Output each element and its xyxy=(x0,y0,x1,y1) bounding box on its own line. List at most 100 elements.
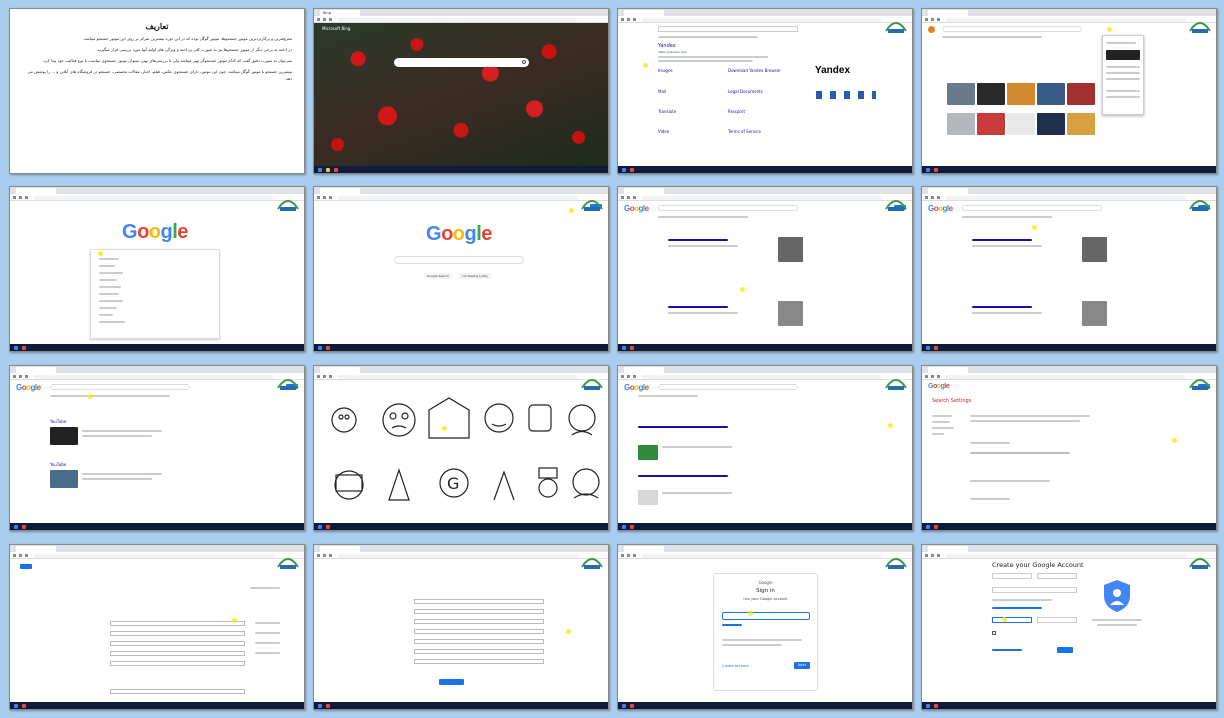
next-button[interactable] xyxy=(1057,647,1073,653)
url-field[interactable] xyxy=(34,374,274,379)
nav-buttons-icon[interactable] xyxy=(317,196,333,199)
form-select[interactable] xyxy=(414,619,544,624)
profile-avatar[interactable] xyxy=(928,26,935,33)
url-field[interactable] xyxy=(34,195,274,200)
settings-panel[interactable] xyxy=(1102,35,1144,115)
suggestion[interactable] xyxy=(99,300,123,302)
bing-search-input[interactable] xyxy=(394,58,529,67)
sitelink[interactable]: Video xyxy=(658,129,669,134)
start-icon[interactable] xyxy=(926,703,930,708)
news-thumbnail[interactable] xyxy=(1082,237,1107,262)
confirm-password-field[interactable] xyxy=(1037,617,1077,623)
suggestion[interactable] xyxy=(99,293,119,295)
form-input[interactable] xyxy=(110,641,245,646)
url-field[interactable] xyxy=(338,374,578,379)
email-field[interactable] xyxy=(722,612,810,620)
news-thumbnail[interactable] xyxy=(778,237,803,262)
search-input[interactable] xyxy=(942,26,1082,32)
image-result[interactable] xyxy=(947,83,975,105)
start-icon[interactable] xyxy=(622,524,626,529)
slide-thumbnail-2[interactable]: Bing Microsoft Bing xyxy=(313,8,609,174)
show-password-checkbox[interactable] xyxy=(992,631,996,635)
start-icon[interactable] xyxy=(318,703,322,708)
result-link[interactable]: https://yandex.com xyxy=(658,50,687,54)
result-title[interactable]: Yandex xyxy=(658,43,676,49)
image-result[interactable] xyxy=(947,113,975,135)
sitelink[interactable]: Legal Documents xyxy=(728,89,763,94)
search-input[interactable] xyxy=(50,384,190,390)
results-slider[interactable] xyxy=(970,452,1070,454)
slide-thumbnail-10[interactable]: G xyxy=(313,365,609,531)
password-field[interactable] xyxy=(992,617,1032,623)
result-title[interactable] xyxy=(638,475,728,477)
form-select[interactable] xyxy=(414,639,544,644)
image-result[interactable] xyxy=(977,113,1005,135)
address-bar[interactable] xyxy=(922,16,1216,23)
slide-thumbnail-6[interactable]: Google Google Search I'm Feeling Lucky xyxy=(313,186,609,352)
form-select[interactable] xyxy=(414,599,544,604)
url-field[interactable] xyxy=(642,553,882,558)
explorer-icon[interactable] xyxy=(326,167,330,172)
address-bar[interactable] xyxy=(10,194,304,201)
advanced-search-button[interactable] xyxy=(439,679,464,685)
start-icon[interactable] xyxy=(926,167,930,172)
slide-thumbnail-13[interactable] xyxy=(9,544,305,710)
image-result[interactable] xyxy=(1067,83,1095,105)
video-thumbnail[interactable] xyxy=(638,445,658,460)
form-input[interactable] xyxy=(110,621,245,626)
address-bar[interactable] xyxy=(314,194,608,201)
setting-row[interactable] xyxy=(1106,90,1140,92)
start-icon[interactable] xyxy=(318,524,322,529)
image-result[interactable] xyxy=(1037,83,1065,105)
result-title[interactable] xyxy=(972,239,1032,241)
slide-thumbnail-4[interactable] xyxy=(921,8,1217,174)
search-input[interactable] xyxy=(962,205,1102,211)
start-icon[interactable] xyxy=(318,167,322,172)
slide-thumbnail-15[interactable]: Google Sign in Use your Google Account C… xyxy=(617,544,913,710)
lucky-button[interactable]: I'm Feeling Lucky xyxy=(459,273,491,279)
sign-in-button[interactable] xyxy=(20,564,32,569)
video-result-title[interactable]: YouTube xyxy=(50,419,66,424)
last-name-field[interactable] xyxy=(1037,573,1077,579)
slide-thumbnail-8[interactable]: Google xyxy=(921,186,1217,352)
suggestion[interactable] xyxy=(99,265,115,267)
first-name-field[interactable] xyxy=(992,573,1032,579)
start-icon[interactable] xyxy=(622,167,626,172)
slide-thumbnail-5[interactable]: Google xyxy=(9,186,305,352)
sitelink[interactable]: Images xyxy=(658,68,673,73)
start-icon[interactable] xyxy=(622,703,626,708)
sitelink[interactable]: Terms of Service xyxy=(728,129,761,134)
url-field[interactable] xyxy=(642,195,882,200)
address-bar[interactable] xyxy=(618,373,912,380)
slide-thumbnail-14[interactable] xyxy=(313,544,609,710)
settings-nav-item[interactable] xyxy=(932,415,952,417)
search-input[interactable] xyxy=(658,205,798,211)
result-title[interactable] xyxy=(668,306,728,308)
start-icon[interactable] xyxy=(14,703,18,708)
suggestion[interactable] xyxy=(99,258,119,260)
form-input[interactable] xyxy=(110,661,245,666)
suggestion[interactable] xyxy=(99,279,117,281)
form-input[interactable] xyxy=(110,651,245,656)
chrome-icon[interactable] xyxy=(334,167,338,172)
theme-preview[interactable] xyxy=(1106,50,1140,60)
start-icon[interactable] xyxy=(622,345,626,350)
nav-buttons-icon[interactable] xyxy=(925,18,941,21)
address-bar[interactable] xyxy=(314,552,608,559)
suggestion[interactable] xyxy=(99,272,123,274)
nav-buttons-icon[interactable] xyxy=(13,375,29,378)
chrome-icon[interactable] xyxy=(326,703,330,708)
sitelink[interactable]: Passport xyxy=(728,109,745,114)
start-icon[interactable] xyxy=(14,524,18,529)
nav-buttons-icon[interactable] xyxy=(13,196,29,199)
address-bar[interactable] xyxy=(922,373,1216,380)
image-result[interactable] xyxy=(1037,113,1065,135)
chrome-icon[interactable] xyxy=(22,524,26,529)
chrome-icon[interactable] xyxy=(326,345,330,350)
url-field[interactable] xyxy=(642,374,882,379)
setting-row[interactable] xyxy=(1106,72,1140,74)
chrome-icon[interactable] xyxy=(630,167,634,172)
slide-thumbnail-16[interactable]: Create your Google Account xyxy=(921,544,1217,710)
address-bar[interactable] xyxy=(10,552,304,559)
url-field[interactable] xyxy=(946,195,1186,200)
